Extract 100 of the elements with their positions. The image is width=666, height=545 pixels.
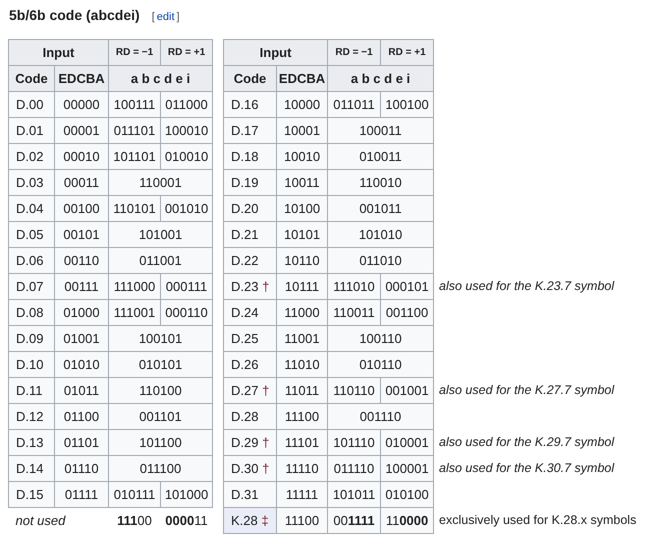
table-cell: 110110 bbox=[328, 378, 381, 404]
table-cell: 010110 bbox=[328, 352, 434, 378]
table-cell: 011101 bbox=[108, 118, 161, 144]
column-header: a b c d e i bbox=[328, 66, 434, 92]
table-cell: 10110 bbox=[276, 248, 328, 274]
table-cell: 101000 bbox=[160, 482, 213, 508]
row-label: not used bbox=[16, 513, 66, 528]
column-header: EDCBA bbox=[276, 66, 328, 92]
table-cell: 00101 bbox=[54, 222, 109, 248]
edit-link[interactable]: edit bbox=[156, 9, 175, 26]
column-header: Code bbox=[224, 66, 277, 92]
bracket: ] bbox=[176, 10, 180, 25]
table-cell: 00100 bbox=[54, 196, 109, 222]
table-cell: 11100 bbox=[108, 508, 161, 534]
table-cell: D.13 bbox=[8, 430, 54, 456]
table-cell: 10111 bbox=[276, 274, 328, 300]
table-cell: 101100 bbox=[108, 430, 213, 456]
table-cell: D.21 bbox=[224, 222, 277, 248]
table-cell: D.05 bbox=[8, 222, 54, 248]
table-cell: 000011 bbox=[160, 508, 213, 534]
table-cell: 10000 bbox=[276, 92, 328, 118]
row-note: also used for the K.29.7 symbol bbox=[439, 435, 614, 450]
table-cell: 110010 bbox=[328, 170, 434, 196]
table-cell: 001101 bbox=[108, 404, 213, 430]
table-cell: 110101 bbox=[108, 196, 161, 222]
table-cell: D.30 † bbox=[224, 456, 277, 482]
table-cell: 011011 bbox=[328, 92, 381, 118]
table-cell: 100010 bbox=[160, 118, 213, 144]
table-cell: D.06 bbox=[8, 248, 54, 274]
table-cell: 011110 bbox=[328, 456, 381, 482]
table-cell: D.08 bbox=[8, 300, 54, 326]
table-cell: K.28 ‡ bbox=[224, 508, 277, 534]
table-cell: 101001 bbox=[108, 222, 213, 248]
table-cell: 000110 bbox=[160, 300, 213, 326]
table-cell: 10100 bbox=[276, 196, 328, 222]
section-heading: 5b/6b code (abcdei) bbox=[9, 6, 140, 25]
table-cell: D.23 † bbox=[224, 274, 277, 300]
column-header: Input bbox=[224, 40, 328, 66]
table-cell: 01101 bbox=[54, 430, 109, 456]
table-cell: D.11 bbox=[8, 378, 54, 404]
column-header: Input bbox=[8, 40, 109, 66]
table-cell: 100101 bbox=[108, 326, 213, 352]
table-cell: 00110 bbox=[54, 248, 109, 274]
table-cell: D.03 bbox=[8, 170, 54, 196]
table-cell: 001110 bbox=[328, 404, 434, 430]
table-cell: 11010 bbox=[276, 352, 328, 378]
table-cell: 010001 bbox=[380, 430, 434, 456]
table-cell: 001100 bbox=[380, 300, 434, 326]
table-cell: D.12 bbox=[8, 404, 54, 430]
table-cell: 01000 bbox=[54, 300, 109, 326]
column-header: RD = −1 bbox=[108, 40, 161, 66]
table-cell: 111000 bbox=[108, 274, 161, 300]
table-cell: 101110 bbox=[328, 430, 381, 456]
table-cell: D.27 † bbox=[224, 378, 277, 404]
column-header: RD = +1 bbox=[160, 40, 213, 66]
table-cell: 00011 bbox=[54, 170, 109, 196]
table-cell: D.07 bbox=[8, 274, 54, 300]
table-cell: 110000 bbox=[380, 508, 434, 534]
table-cell: 010011 bbox=[328, 144, 434, 170]
bracket: [ bbox=[152, 10, 155, 25]
table-cell: D.20 bbox=[224, 196, 277, 222]
column-header: RD = +1 bbox=[380, 40, 434, 66]
table-cell: 10101 bbox=[276, 222, 328, 248]
table-cell: 010100 bbox=[380, 482, 434, 508]
table-cell: D.01 bbox=[8, 118, 54, 144]
table-cell: 11111 bbox=[276, 482, 328, 508]
table-cell: 11011 bbox=[276, 378, 328, 404]
table-cell: 111010 bbox=[328, 274, 381, 300]
table-cell: 100100 bbox=[380, 92, 434, 118]
table-cell: 101101 bbox=[108, 144, 161, 170]
table-cell: D.16 bbox=[224, 92, 277, 118]
table-cell: D.25 bbox=[224, 326, 277, 352]
column-header: a b c d e i bbox=[108, 66, 213, 92]
table-cell: 01010 bbox=[54, 352, 109, 378]
row-note: also used for the K.23.7 symbol bbox=[439, 279, 614, 294]
table-cell: 010111 bbox=[108, 482, 161, 508]
column-header: EDCBA bbox=[54, 66, 109, 92]
table-cell: 01110 bbox=[54, 456, 109, 482]
row-note: also used for the K.27.7 symbol bbox=[439, 383, 614, 398]
table-cell: 110011 bbox=[328, 300, 381, 326]
table-cell: 001111 bbox=[328, 508, 381, 534]
table-cell: 100011 bbox=[328, 118, 434, 144]
table-cell: 11000 bbox=[276, 300, 328, 326]
table-cell: 10001 bbox=[276, 118, 328, 144]
table-cell: D.22 bbox=[224, 248, 277, 274]
table-cell: 01011 bbox=[54, 378, 109, 404]
table-cell: 10010 bbox=[276, 144, 328, 170]
table-cell: D.04 bbox=[8, 196, 54, 222]
table-cell: D.29 † bbox=[224, 430, 277, 456]
table-cell: 10011 bbox=[276, 170, 328, 196]
table-cell: 111001 bbox=[108, 300, 161, 326]
table-cell: 11110 bbox=[276, 456, 328, 482]
table-cell: 010101 bbox=[108, 352, 213, 378]
table-cell: D.28 bbox=[224, 404, 277, 430]
table-cell: 110100 bbox=[108, 378, 213, 404]
row-note: exclusively used for K.28.x symbols bbox=[439, 513, 636, 528]
table-cell: 00111 bbox=[54, 274, 109, 300]
table-cell: 000101 bbox=[380, 274, 434, 300]
table-cell: 100110 bbox=[328, 326, 434, 352]
table-cell: D.17 bbox=[224, 118, 277, 144]
